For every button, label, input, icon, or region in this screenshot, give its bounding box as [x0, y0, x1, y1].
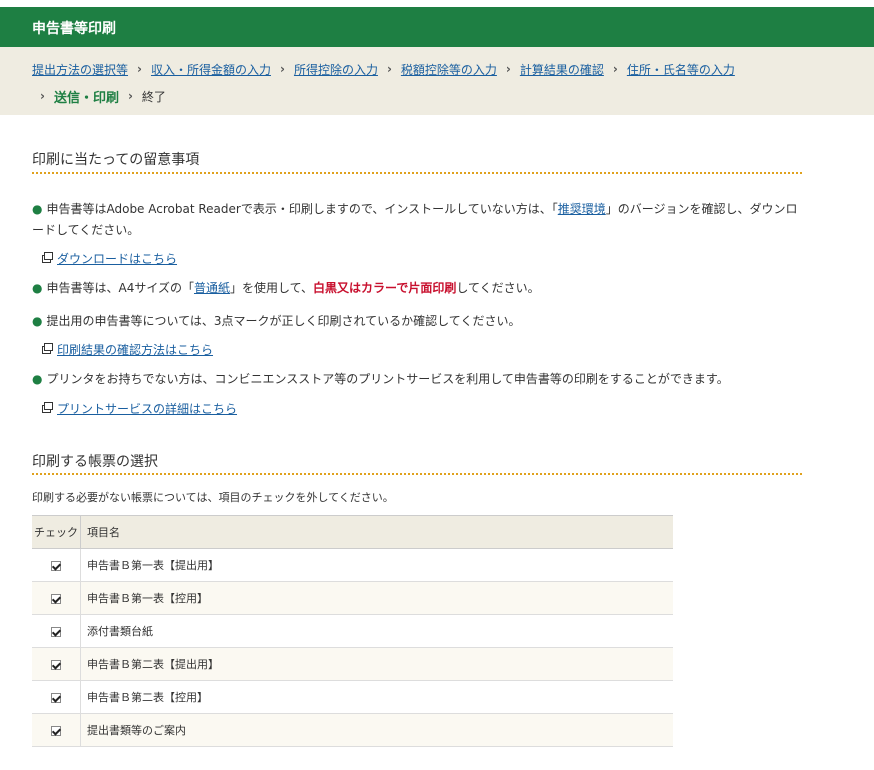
- breadcrumb-link-income[interactable]: 収入・所得金額の入力: [151, 61, 271, 78]
- print-mode-emphasis: 白黒又はカラーで片面印刷: [313, 281, 457, 295]
- table-row: 申告書Ｂ第一表【提出用】: [32, 548, 673, 582]
- breadcrumb-link-address[interactable]: 住所・氏名等の入力: [627, 61, 735, 78]
- item-name: 申告書Ｂ第二表【提出用】: [80, 647, 673, 681]
- selection-heading: 印刷する帳票の選択: [32, 454, 158, 470]
- checkbox-checked-icon[interactable]: [51, 593, 61, 604]
- page-title: 申告書等印刷: [32, 21, 116, 37]
- breadcrumb-line-1: 提出方法の選択等 › 収入・所得金額の入力 › 所得控除の入力 › 税額控除等の…: [32, 60, 735, 78]
- note-item-paper: ● 申告書等は、A4サイズの「普通紙」を使用して、白黒又はカラーで片面印刷してくだ…: [32, 281, 540, 295]
- item-name: 添付書類台紙: [80, 614, 673, 648]
- breadcrumb-separator: ›: [386, 62, 392, 76]
- bullet-icon: ●: [32, 314, 43, 328]
- checkbox-checked-icon[interactable]: [51, 659, 61, 670]
- plain-paper-link[interactable]: 普通紙: [194, 281, 230, 295]
- notes-divider: [32, 172, 802, 174]
- new-window-icon: [42, 342, 53, 354]
- bullet-icon: ●: [32, 202, 43, 216]
- breadcrumb-end: 終了: [141, 89, 166, 104]
- note-item-print-service: ● プリンタをお持ちでない方は、コンビニエンスストア等のプリントサービスを利用して…: [32, 372, 729, 386]
- table-row: 申告書Ｂ第一表【控用】: [32, 581, 673, 615]
- table-row: 申告書Ｂ第二表【控用】: [32, 680, 673, 714]
- breadcrumb-link-deductions[interactable]: 所得控除の入力: [294, 61, 378, 78]
- recommended-env-link[interactable]: 推奨環境: [558, 202, 606, 216]
- checkbox-checked-icon[interactable]: [51, 560, 61, 571]
- table-row: 添付書類台紙: [32, 614, 673, 648]
- new-window-icon: [42, 401, 53, 413]
- print-check-link[interactable]: 印刷結果の確認方法はこちら: [57, 341, 213, 358]
- note-item-marks: ● 提出用の申告書等については、3点マークが正しく印刷されているか確認してください…: [32, 314, 521, 328]
- page-header: 申告書等印刷: [0, 7, 874, 47]
- breadcrumb: 提出方法の選択等 › 収入・所得金額の入力 › 所得控除の入力 › 税額控除等の…: [0, 47, 874, 115]
- download-link-row: ダウンロードはこちら: [42, 250, 177, 267]
- table-header-row: チェック 項目名: [32, 515, 673, 549]
- checkbox-checked-icon[interactable]: [51, 692, 61, 703]
- breadcrumb-link-calc-result[interactable]: 計算結果の確認: [520, 61, 604, 78]
- item-name: 申告書Ｂ第一表【提出用】: [80, 548, 673, 582]
- print-service-link-row: プリントサービスの詳細はこちら: [42, 400, 237, 417]
- breadcrumb-separator: ›: [40, 89, 45, 103]
- breadcrumb-separator: ›: [137, 62, 142, 76]
- checkbox-checked-icon[interactable]: [51, 626, 61, 637]
- column-header-check: チェック: [32, 515, 81, 549]
- download-link[interactable]: ダウンロードはこちら: [57, 250, 177, 267]
- bullet-icon: ●: [32, 372, 43, 386]
- column-header-item: 項目名: [80, 515, 673, 549]
- breadcrumb-separator: ›: [127, 89, 133, 103]
- bullet-icon: ●: [32, 281, 43, 295]
- item-name: 提出書類等のご案内: [80, 713, 673, 747]
- breadcrumb-separator: ›: [505, 62, 511, 76]
- breadcrumb-link-submission-method[interactable]: 提出方法の選択等: [32, 61, 128, 78]
- new-window-icon: [42, 251, 53, 263]
- print-service-link[interactable]: プリントサービスの詳細はこちら: [57, 400, 237, 417]
- selection-divider: [32, 473, 802, 475]
- item-name: 申告書Ｂ第一表【控用】: [80, 581, 673, 615]
- table-row: 提出書類等のご案内: [32, 713, 673, 747]
- item-name: 申告書Ｂ第二表【控用】: [80, 680, 673, 714]
- breadcrumb-separator: ›: [279, 62, 285, 76]
- form-selection-table: チェック 項目名 申告書Ｂ第一表【提出用】 申告書Ｂ第一表【控用】 添付書類台紙…: [32, 515, 673, 747]
- checkbox-checked-icon[interactable]: [51, 725, 61, 736]
- breadcrumb-current: 送信・印刷: [53, 90, 119, 106]
- notes-heading: 印刷に当たっての留意事項: [32, 152, 200, 168]
- table-row: 申告書Ｂ第二表【提出用】: [32, 647, 673, 681]
- breadcrumb-link-tax-credits[interactable]: 税額控除等の入力: [401, 61, 497, 78]
- breadcrumb-line-2: › 送信・印刷 › 終了: [32, 87, 166, 106]
- breadcrumb-separator: ›: [612, 62, 618, 76]
- selection-description: 印刷する必要がない帳票については、項目のチェックを外してください。: [32, 491, 394, 504]
- print-check-link-row: 印刷結果の確認方法はこちら: [42, 341, 213, 358]
- note-item-acrobat: ● 申告書等はAdobe Acrobat Readerで表示・印刷しますので、イン…: [32, 202, 798, 237]
